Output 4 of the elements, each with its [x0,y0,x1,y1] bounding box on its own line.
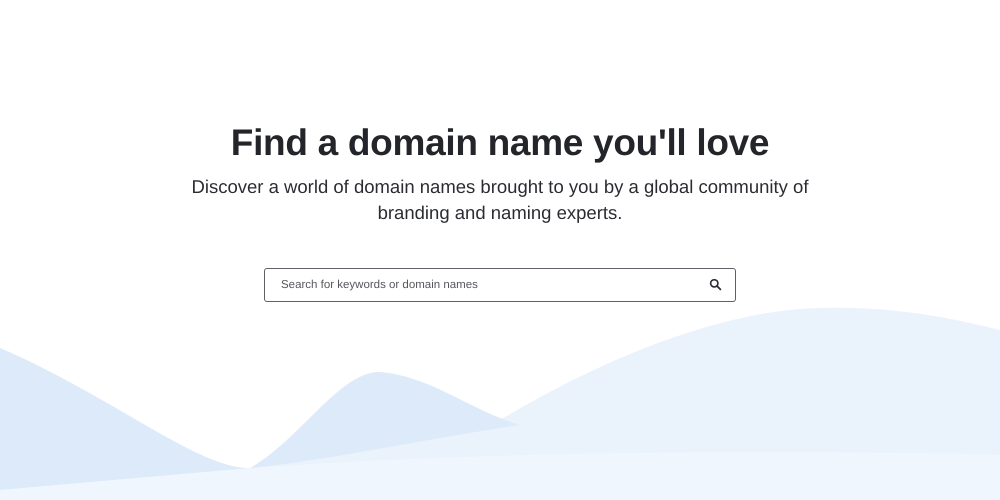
page-subtitle: Discover a world of domain names brought to you by a global community of branding and naming experts. [190,175,810,225]
search-field[interactable]: Search for keywords or domain names [264,268,736,302]
page-heading: Find a domain name you'll love [230,121,770,165]
search-icon[interactable] [709,278,722,291]
